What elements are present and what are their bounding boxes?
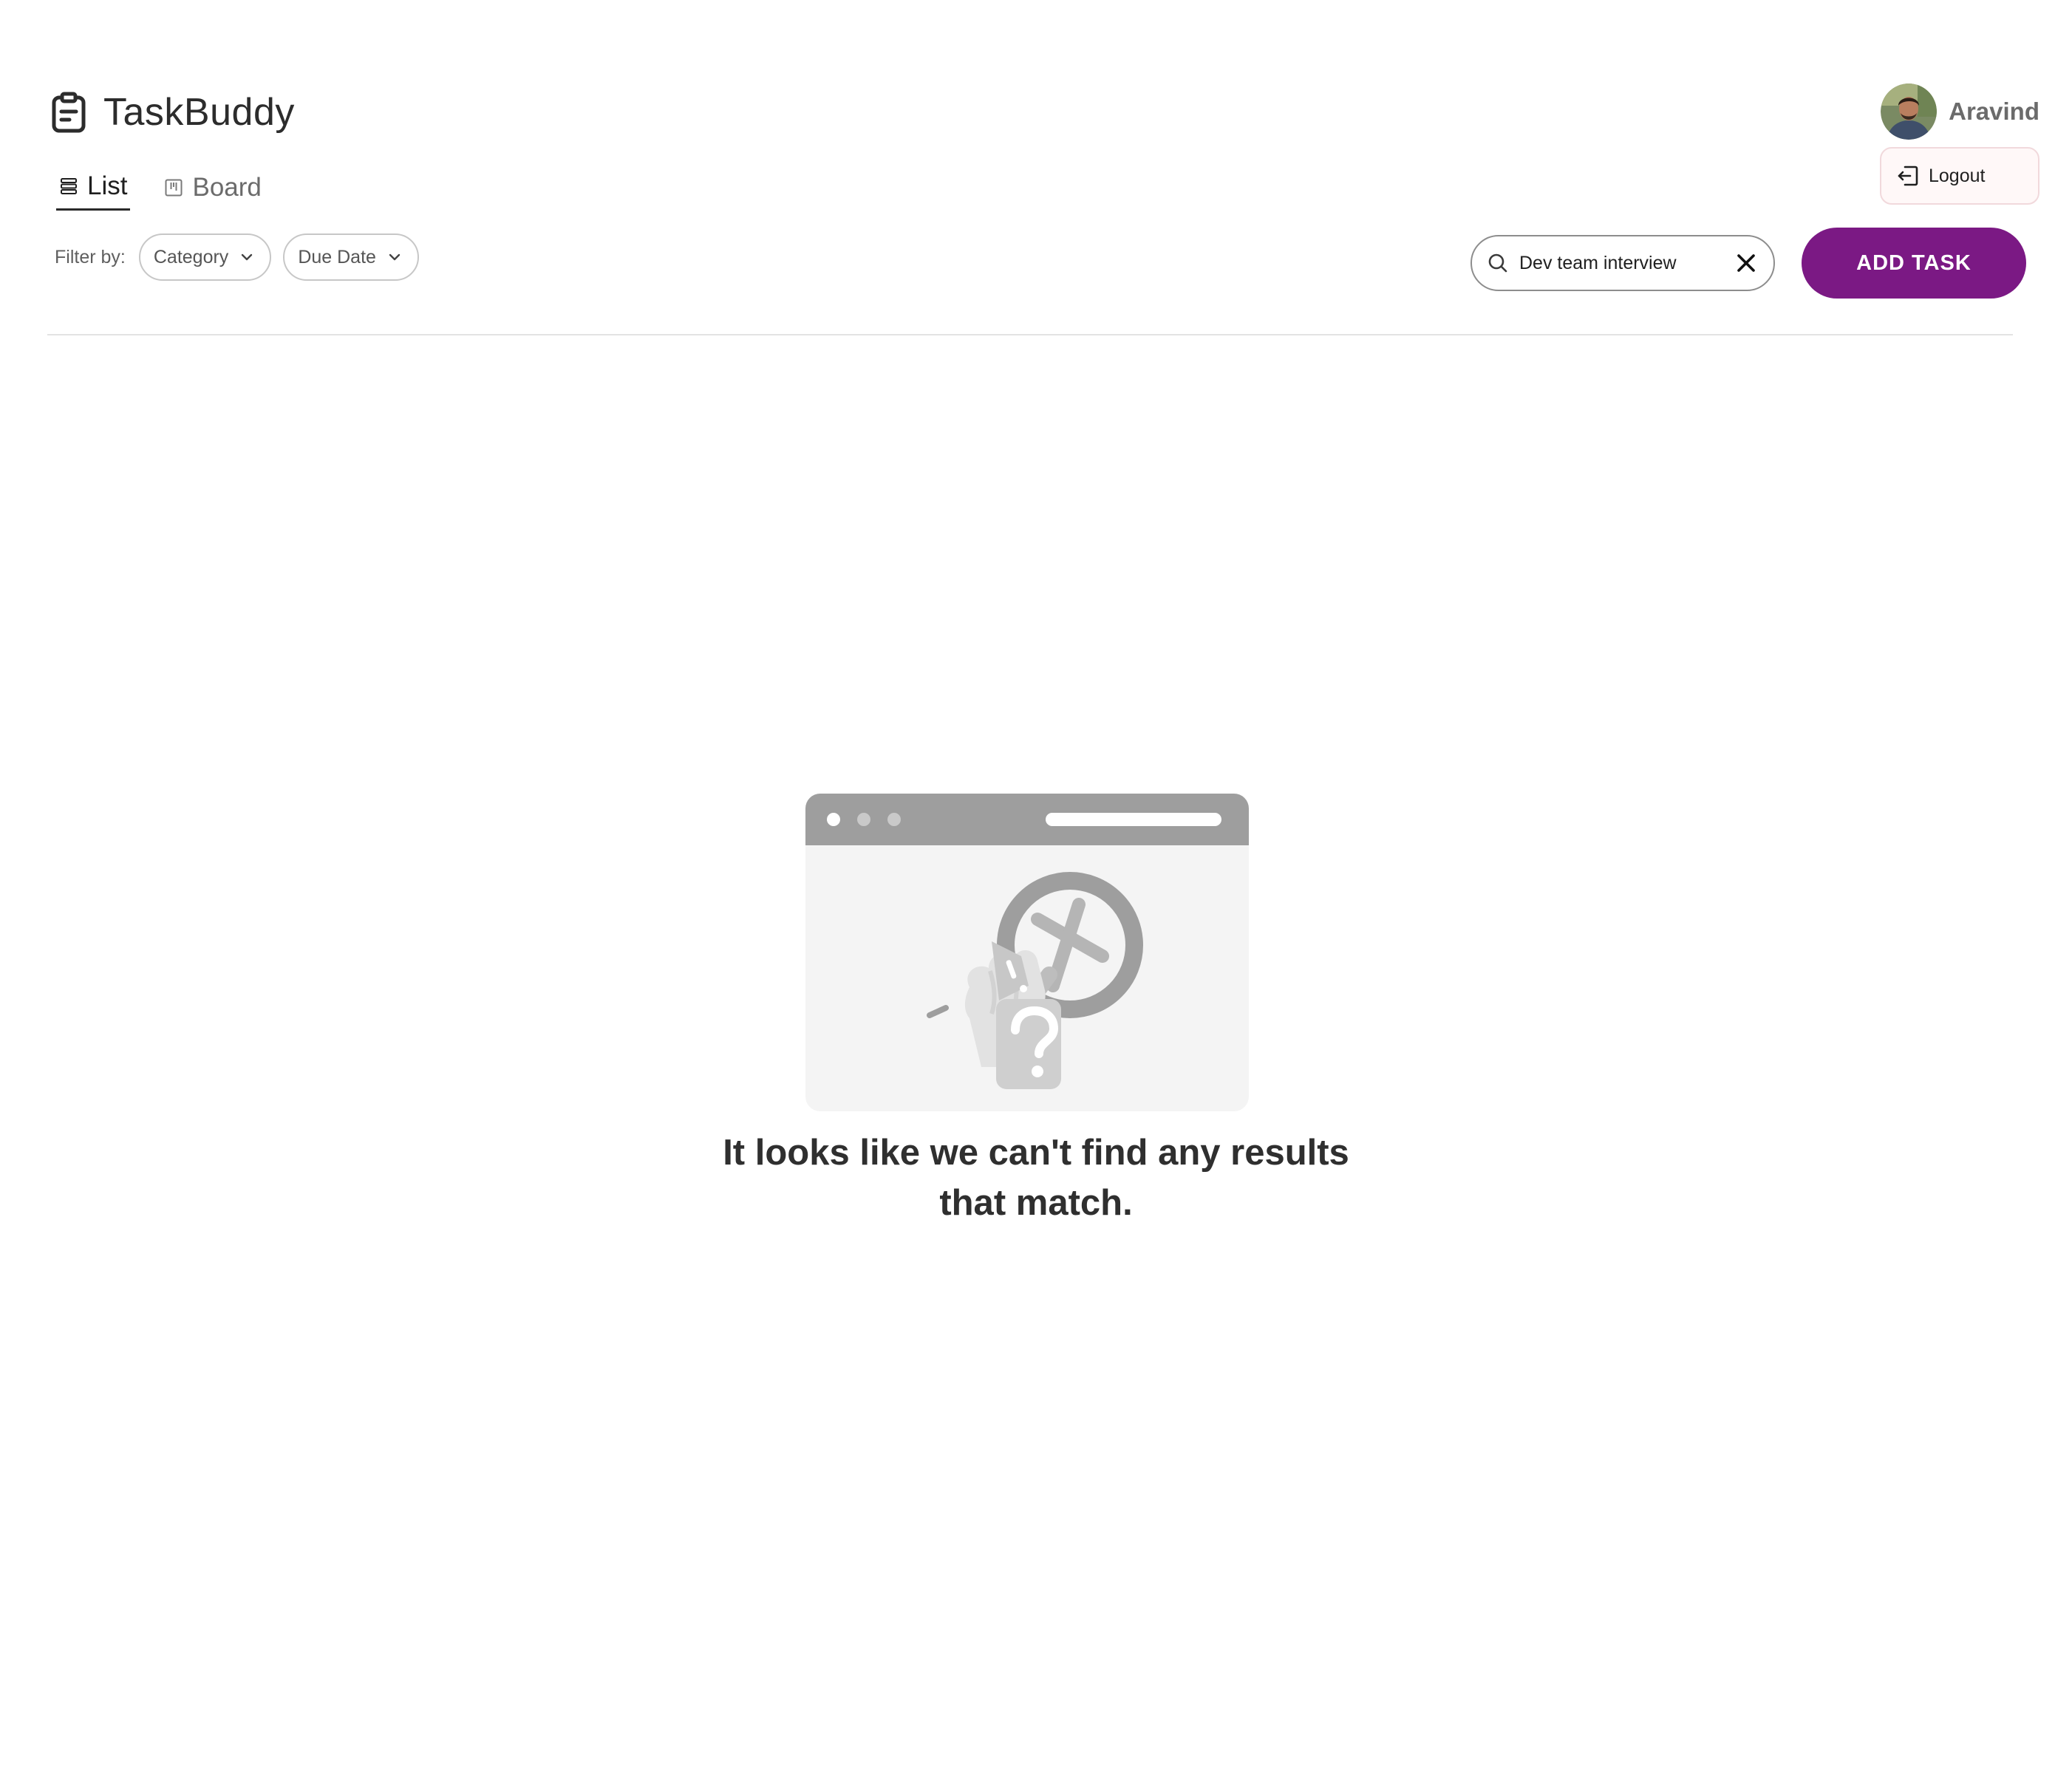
filter-label: Filter by:: [55, 246, 126, 267]
search-icon: [1488, 253, 1507, 273]
due-date-filter-label: Due Date: [298, 246, 376, 267]
search-input[interactable]: [1518, 251, 1734, 275]
user-name: Aravind: [1949, 98, 2039, 125]
empty-state-line-2: that match.: [939, 1183, 1133, 1223]
category-filter-label: Category: [153, 246, 229, 267]
app-brand: TaskBuddy: [52, 90, 295, 134]
empty-state-line-1: It looks like we can't find any results: [723, 1133, 1349, 1173]
tab-list[interactable]: List: [56, 171, 131, 211]
app-title: TaskBuddy: [103, 91, 295, 134]
clear-search-button[interactable]: [1734, 250, 1759, 276]
search-box: [1470, 235, 1775, 291]
close-icon: [1737, 254, 1755, 272]
tab-list-label: List: [87, 171, 128, 200]
chevron-down-icon: [242, 253, 253, 261]
clipboard-icon: [52, 92, 86, 133]
add-task-button[interactable]: ADD TASK: [1802, 228, 2026, 299]
header-divider: [47, 334, 2013, 335]
logout-label: Logout: [1929, 165, 1986, 186]
due-date-filter-dropdown[interactable]: Due Date: [283, 233, 419, 281]
filter-bar: Filter by: Category Due Date: [55, 233, 419, 281]
board-icon: [165, 179, 183, 196]
user-profile[interactable]: Aravind: [1881, 83, 2039, 140]
no-results-illustration: [805, 794, 1249, 1111]
logout-button[interactable]: Logout: [1880, 147, 2039, 205]
category-filter-dropdown[interactable]: Category: [138, 233, 272, 281]
avatar[interactable]: [1881, 83, 1938, 140]
view-tabs: List Board: [56, 171, 262, 211]
logout-icon: [1898, 166, 1918, 186]
tab-board-label: Board: [192, 172, 262, 202]
tab-board[interactable]: Board: [164, 172, 262, 210]
empty-state-message: It looks like we can't find any results …: [667, 1128, 1405, 1228]
list-icon: [61, 178, 77, 194]
chevron-down-icon: [389, 253, 401, 261]
